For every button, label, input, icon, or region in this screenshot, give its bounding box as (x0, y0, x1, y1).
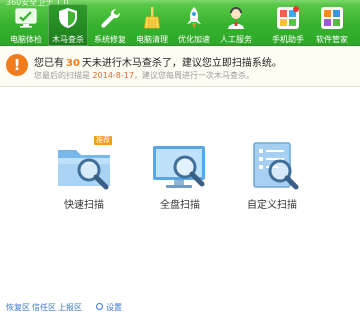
tab-phone-assistant[interactable]: 手机助手 (268, 4, 308, 46)
rocket-icon (187, 7, 201, 28)
last-scan-prefix: 您最后的扫描是 (34, 71, 90, 80)
tab-trojan-scan[interactable]: 木马查杀 (48, 4, 88, 46)
last-scan-info: 您最后的扫描是 2014-8-17，建议您每周进行一次木马查杀。 (34, 70, 254, 81)
tab-software-manager[interactable]: 软件管家 (312, 4, 352, 46)
gear-icon[interactable] (96, 303, 103, 310)
custom-scan-label: 自定义扫描 (247, 200, 297, 211)
days-count: 30 (66, 58, 80, 69)
last-scan-date: 2014-8-17 (92, 71, 134, 80)
tab-support[interactable]: 人工服务 (216, 4, 256, 46)
checklist-magnifier-icon (253, 142, 299, 190)
tab-label: 人工服务 (220, 35, 252, 44)
trust-area-link[interactable]: 信任区 (32, 302, 56, 313)
footer-bar: 恢复区 信任区 上报区 设置 (0, 298, 360, 314)
custom-scan-button[interactable]: 自定义扫描 (236, 138, 308, 216)
tab-optimize[interactable]: 优化加速 (174, 4, 214, 46)
last-scan-suffix: ，建议您每周进行一次木马查杀。 (133, 71, 254, 80)
scan-reminder-banner: ! 您已有 30 天未进行木马查杀了，建议您立即扫描系统。 您最后的扫描是 2014… (0, 47, 360, 87)
phone-assistant-icon (277, 6, 299, 29)
full-scan-label: 全盘扫描 (160, 200, 200, 211)
support-agent-icon (228, 7, 244, 29)
monitor-magnifier-icon (153, 146, 205, 188)
report-area-link[interactable]: 上报区 (58, 302, 82, 313)
tab-label: 软件管家 (316, 35, 348, 44)
reminder-suffix: 天未进行木马查杀了，建议您立即扫描系统。 (81, 58, 282, 69)
settings-link[interactable]: 设置 (106, 302, 122, 313)
warning-icon: ! (6, 54, 28, 76)
full-scan-button[interactable]: 全盘扫描 (144, 138, 216, 216)
broom-icon (144, 7, 160, 29)
pc-checkup-icon (15, 8, 37, 28)
quick-scan-label: 快速扫描 (64, 200, 104, 211)
reminder-message: 您已有 30 天未进行木马查杀了，建议您立即扫描系统。 (34, 54, 282, 69)
reminder-prefix: 您已有 (34, 58, 64, 69)
trojan-scan-icon (59, 8, 77, 28)
software-manager-icon (321, 7, 343, 29)
folder-magnifier-icon (58, 150, 110, 190)
tab-system-repair[interactable]: 系统修复 (90, 4, 130, 46)
tab-pc-cleanup[interactable]: 电脑清理 (132, 4, 172, 46)
restore-area-link[interactable]: 恢复区 (6, 302, 30, 313)
wrench-icon (101, 8, 121, 28)
quick-scan-button[interactable]: 快速扫描 (48, 138, 120, 216)
main-toolbar: 360安全卫士 1.0 电脑体检 木马查杀 系统修复 电脑清理 优化加速 人工服… (0, 0, 360, 46)
tab-pc-checkup[interactable]: 电脑体检 (6, 4, 46, 46)
